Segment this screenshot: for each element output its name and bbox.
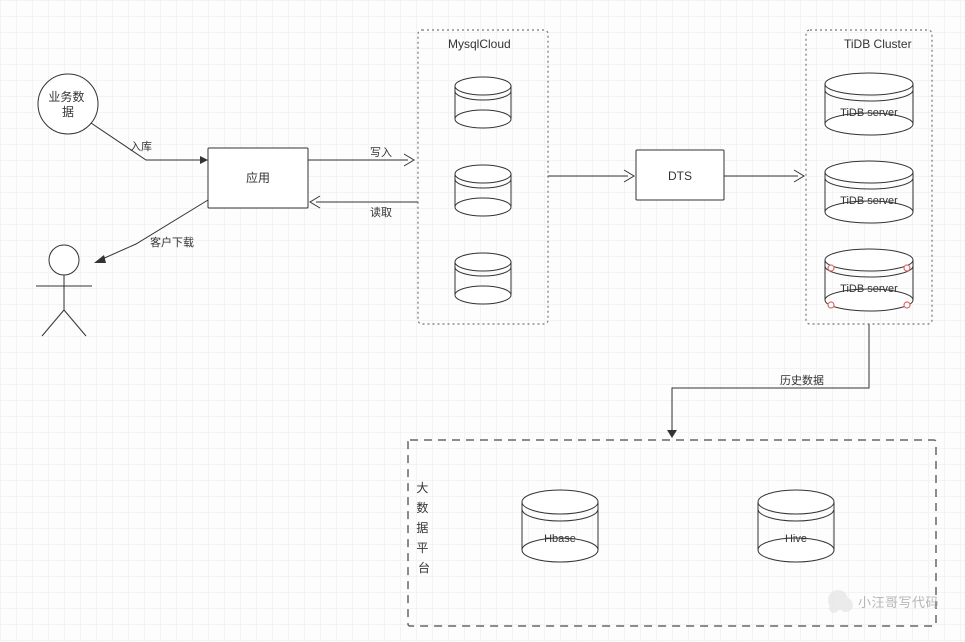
mysql-db-2 xyxy=(455,165,511,216)
node-actor xyxy=(36,245,92,336)
biz-data-line1: 业务数 xyxy=(48,89,84,104)
tidb-cluster-title: TiDB Cluster xyxy=(844,37,912,51)
edge-dts-to-tidb xyxy=(724,170,804,182)
diagram-canvas: 业务数 据 应用 MysqlCloud xyxy=(0,0,965,642)
edge-tidb-to-bigdata: 历史数据 xyxy=(667,324,869,438)
bigdata-title: 大 数 据 平 台 xyxy=(416,481,431,575)
biz-data-line2: 据 xyxy=(62,105,74,119)
watermark: 小汪哥写代码 xyxy=(828,590,939,613)
edge-write-label: 写入 xyxy=(370,147,392,159)
tidb1-label: TiDB server xyxy=(840,107,898,119)
container-big-data-platform: 大 数 据 平 台 Hbase Hive xyxy=(408,440,936,626)
edge-mysql-to-dts xyxy=(548,170,634,182)
mysql-cloud-title: MysqlCloud xyxy=(448,37,511,51)
container-tidb-cluster: TiDB Cluster TiDB server TiDB server xyxy=(806,30,932,324)
hbase-label: Hbase xyxy=(544,533,576,545)
node-hbase: Hbase xyxy=(522,490,598,562)
tidb-server-3: TiDB server xyxy=(825,249,913,311)
watermark-text: 小汪哥写代码 xyxy=(858,595,939,610)
mysql-db-1 xyxy=(455,77,511,128)
node-dts: DTS xyxy=(636,150,724,200)
edge-biz-to-app: 入库 xyxy=(91,123,208,164)
container-mysql-cloud: MysqlCloud xyxy=(418,30,548,324)
node-hive: Hive xyxy=(758,490,834,562)
node-app: 应用 xyxy=(208,148,308,208)
tidb-server-1: TiDB server xyxy=(825,73,913,135)
edge-mysql-to-app-read: 读取 xyxy=(310,196,418,219)
edge-app-to-mysql-write: 写入 xyxy=(308,147,414,166)
dts-label: DTS xyxy=(668,169,692,183)
hive-label: Hive xyxy=(785,533,807,545)
mysql-db-3 xyxy=(455,253,511,304)
edge-app-to-actor-label: 客户下载 xyxy=(150,235,194,249)
app-label: 应用 xyxy=(246,170,270,185)
edge-read-label: 读取 xyxy=(370,205,392,219)
edge-biz-to-app-label: 入库 xyxy=(130,140,152,153)
edge-app-to-actor: 客户下载 xyxy=(94,200,208,263)
tidb2-label: TiDB server xyxy=(840,195,898,207)
tidb3-label: TiDB server xyxy=(840,283,898,295)
node-business-data: 业务数 据 xyxy=(38,74,98,134)
tidb-server-2: TiDB server xyxy=(825,161,913,223)
edge-historical-label: 历史数据 xyxy=(780,373,824,387)
